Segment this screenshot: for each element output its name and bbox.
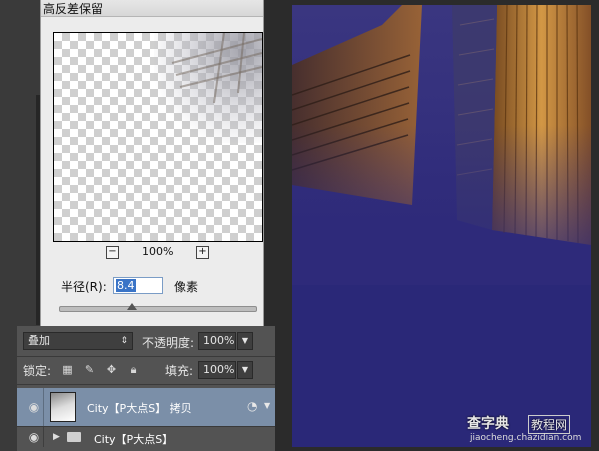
zoom-in-button[interactable]: + [196, 246, 209, 259]
expand-group-icon[interactable]: ▶ [53, 432, 60, 442]
blend-mode-select[interactable]: 叠加 ⇕ [23, 332, 133, 350]
radius-label: 半径(R): [61, 280, 107, 294]
layer-thumbnail [50, 392, 76, 422]
layers-panel: 叠加 ⇕ 不透明度: 100% ▼ 锁定: ▦ ✎ ✥ 🔒︎ 填充: 100% … [17, 326, 275, 451]
fill-value: 100% [203, 363, 235, 376]
fill-label: 填充: [165, 364, 194, 378]
radius-slider-track[interactable] [59, 306, 257, 312]
layer-row[interactable]: ◉ ▶ City【P大点S】 [17, 427, 275, 447]
fill-dropdown-button[interactable]: ▼ [237, 361, 253, 379]
radius-value: 8.4 [116, 279, 136, 292]
opacity-value: 100% [203, 334, 235, 347]
panel-divider [17, 356, 275, 357]
radius-slider-thumb[interactable] [126, 303, 137, 310]
lock-position-icon[interactable]: ✥ [105, 363, 118, 376]
layer-row[interactable]: ◉ City【P大点S】 拷贝 ◔ ▼ [17, 388, 275, 426]
watermark-secondary: 教程网 [528, 415, 571, 434]
opacity-input[interactable]: 100% [198, 332, 236, 350]
filter-effects-icon[interactable]: ◔ [247, 399, 257, 413]
document-canvas[interactable]: 查字典 教程网 jiaocheng.chazidian.com [292, 5, 591, 447]
dialog-title-bar[interactable]: 高反差保留 [41, 0, 263, 17]
opacity-dropdown-button[interactable]: ▼ [237, 332, 253, 350]
zoom-out-button[interactable]: − [106, 246, 119, 259]
panel-divider [17, 384, 275, 385]
watermark-url: jiaocheng.chazidian.com [470, 433, 582, 443]
high-pass-dialog: 高反差保留 − 100% + 半径(R): 8.4 像素 [40, 0, 264, 326]
row-divider [43, 388, 44, 426]
preview-building-lines [171, 33, 262, 104]
expand-arrow-icon[interactable]: ▼ [264, 401, 270, 410]
lock-transparent-pixels-icon[interactable]: ▦ [61, 363, 74, 376]
lock-image-pixels-icon[interactable]: ✎ [83, 363, 96, 376]
city-photo [292, 5, 591, 447]
dialog-title: 高反差保留 [43, 2, 104, 16]
row-divider [43, 427, 44, 447]
chevron-updown-icon: ⇕ [120, 336, 128, 346]
zoom-level: 100% [142, 245, 174, 258]
radius-input[interactable]: 8.4 [113, 277, 163, 294]
layer-name: City【P大点S】 [94, 433, 174, 446]
folder-icon [67, 432, 81, 442]
lock-label: 锁定: [23, 364, 52, 378]
eye-icon[interactable]: ◉ [26, 401, 42, 413]
watermark-main: 查字典 [467, 416, 509, 432]
blend-mode-value: 叠加 [28, 334, 50, 347]
fill-input[interactable]: 100% [198, 361, 236, 379]
eye-icon[interactable]: ◉ [26, 431, 42, 443]
radius-unit: 像素 [174, 280, 199, 294]
filter-preview[interactable] [53, 32, 263, 242]
lock-all-icon[interactable]: 🔒︎ [127, 363, 140, 376]
layer-name: City【P大点S】 拷贝 [87, 402, 192, 415]
opacity-label: 不透明度: [142, 336, 195, 350]
